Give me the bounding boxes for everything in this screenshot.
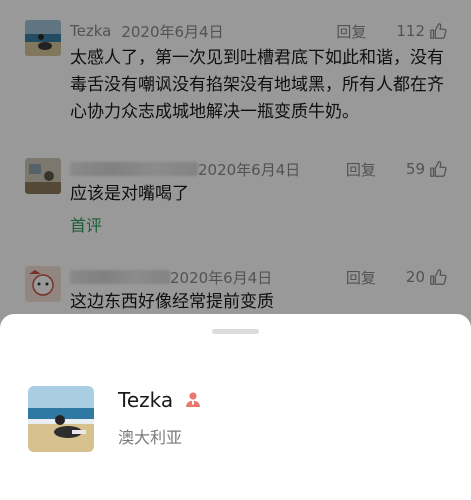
sheet-drag-handle[interactable]: [212, 329, 259, 334]
profile-name: Tezka: [118, 388, 174, 412]
profile-name-row: Tezka: [118, 388, 203, 412]
beach-photo-icon: [28, 386, 94, 452]
person-badge-icon: [186, 392, 201, 407]
profile-bottom-sheet: Tezka 澳大利亚: [0, 314, 471, 500]
profile-avatar[interactable]: [28, 386, 94, 452]
profile-location: 澳大利亚: [118, 428, 183, 447]
